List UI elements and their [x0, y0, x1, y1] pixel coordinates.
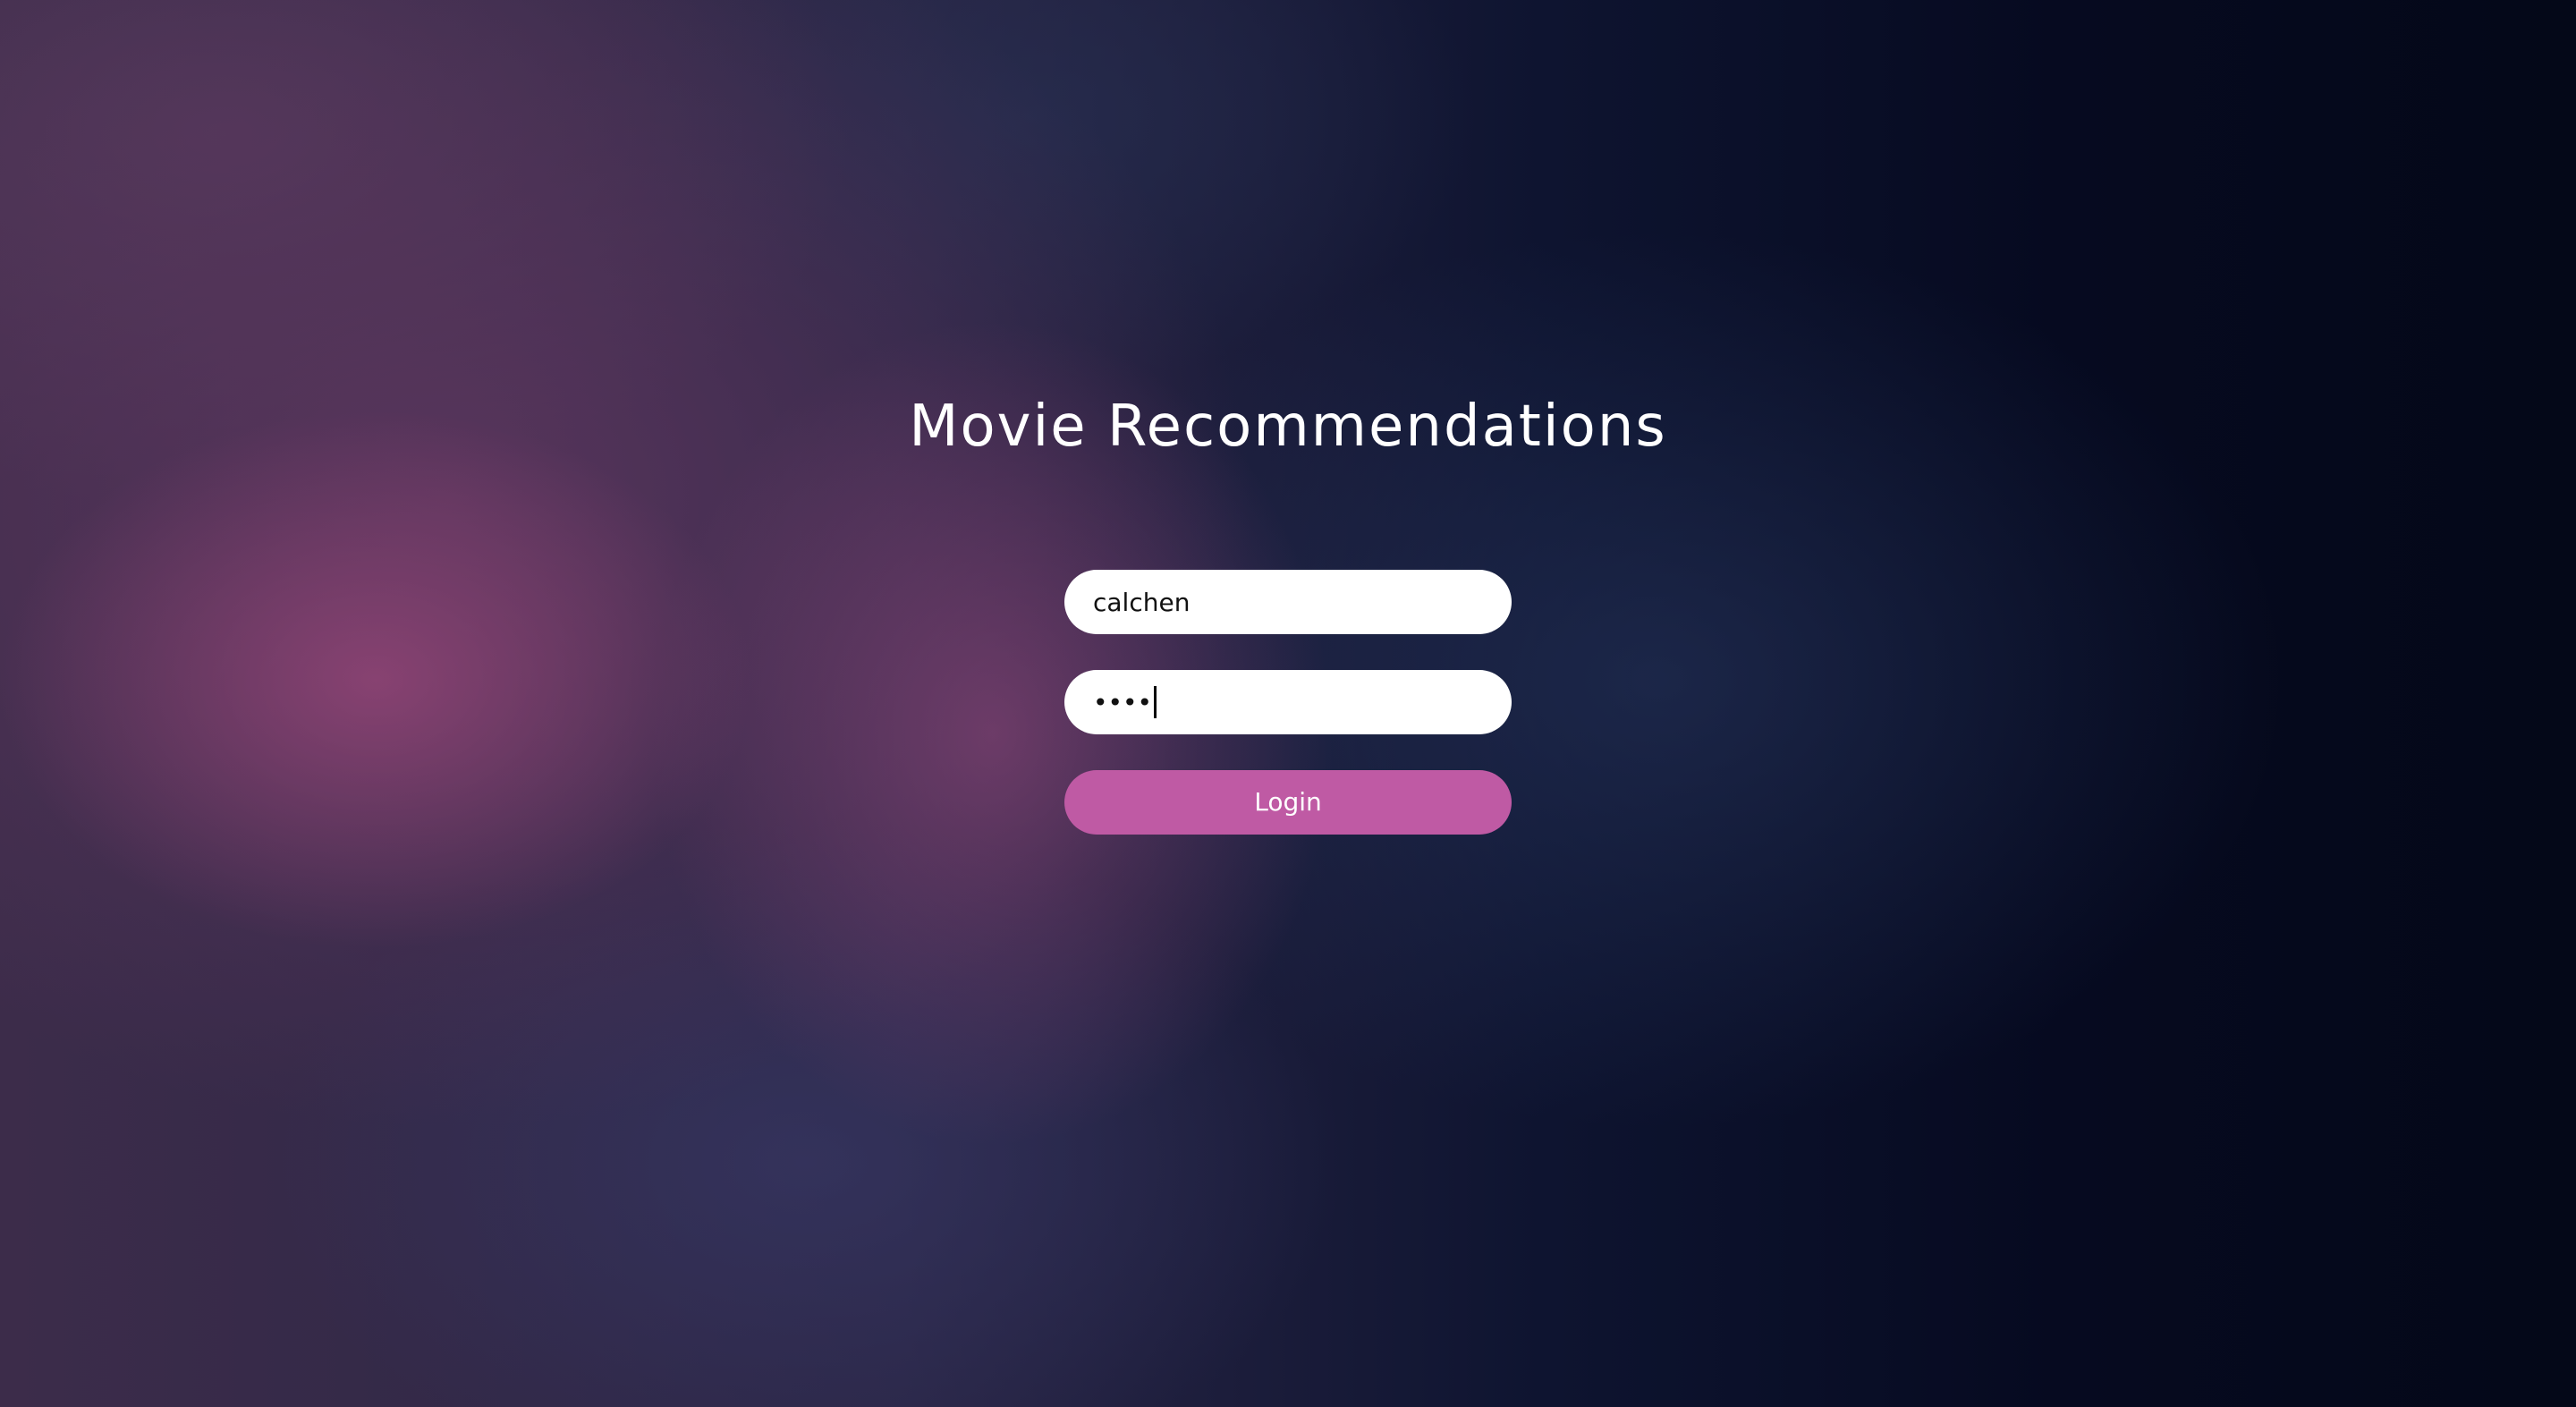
username-input[interactable]: calchen: [1064, 570, 1512, 634]
password-value: ••••: [1093, 687, 1153, 717]
login-button[interactable]: Login: [1064, 770, 1512, 835]
username-value: calchen: [1093, 587, 1191, 617]
password-input[interactable]: ••••: [1064, 670, 1512, 734]
text-caret: [1154, 686, 1157, 718]
page-title: Movie Recommendations: [909, 394, 1667, 460]
